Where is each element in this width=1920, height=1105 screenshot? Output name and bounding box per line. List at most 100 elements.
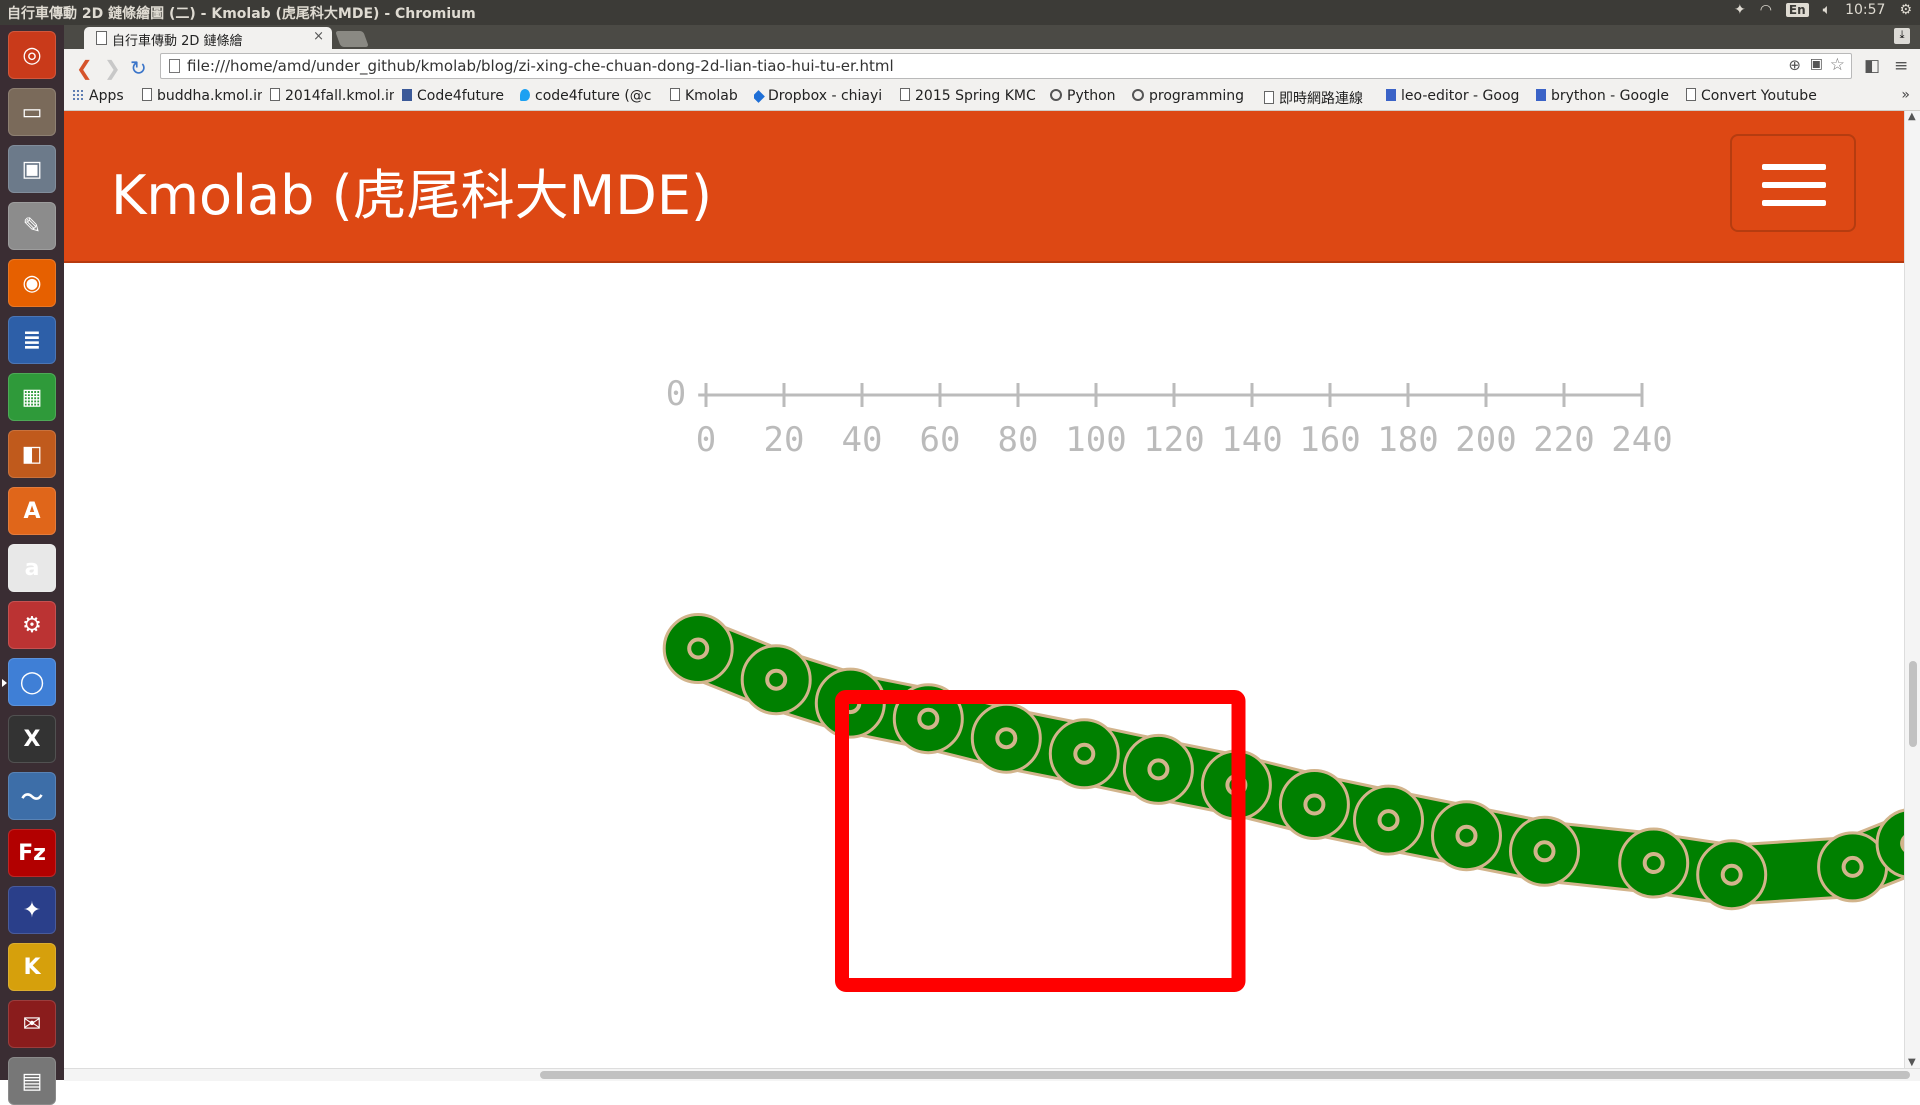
new-tab-button[interactable] bbox=[335, 31, 369, 47]
xterm-icon[interactable]: X bbox=[8, 715, 56, 763]
bookmark-item[interactable]: code4future (@c bbox=[520, 88, 652, 104]
page-icon bbox=[900, 88, 910, 101]
bookmarks-overflow-icon[interactable]: » bbox=[1901, 87, 1910, 103]
bookmark-item[interactable]: 即時網路連線 bbox=[1264, 88, 1363, 108]
trash-icon[interactable]: ▤ bbox=[8, 1057, 56, 1105]
bookmark-item[interactable]: 2015 Spring KMC bbox=[900, 88, 1036, 104]
bookmark-label: 2014fall.kmol.inf bbox=[285, 88, 394, 104]
hamburger-bar bbox=[1762, 182, 1826, 188]
extension-icon[interactable]: ◧ bbox=[1864, 56, 1880, 76]
bookmark-label: buddha.kmol.inf bbox=[157, 88, 262, 104]
bookmarks-bar: Apps buddha.kmol.inf 2014fall.kmol.inf Code… bbox=[64, 83, 1920, 111]
fb-icon bbox=[402, 89, 412, 101]
bookmark-item[interactable]: buddha.kmol.inf bbox=[142, 88, 262, 104]
bookmark-item[interactable]: leo-editor - Goog bbox=[1386, 88, 1519, 104]
y-tick-label: 0 bbox=[666, 374, 686, 414]
x-tick-label: 100 bbox=[1065, 420, 1126, 460]
py-icon bbox=[1132, 89, 1144, 101]
menu-icon[interactable]: ≡ bbox=[1894, 56, 1908, 76]
bookmark-item[interactable]: Python bbox=[1050, 88, 1116, 104]
bookmark-item[interactable]: 2014fall.kmol.inf bbox=[270, 88, 394, 104]
scroll-down-icon[interactable]: ▼ bbox=[1908, 1057, 1916, 1068]
window-title: 自行車傳動 2D 鏈條繪圖 (二) - Kmolab (虎尾科大MDE) - C… bbox=[7, 6, 476, 22]
text-editor-icon[interactable]: ✎ bbox=[8, 202, 56, 250]
clock[interactable]: 10:57 bbox=[1845, 2, 1885, 18]
bookmark-item[interactable]: brython - Google bbox=[1536, 88, 1669, 104]
bookmark-item[interactable]: Convert Youtube bbox=[1686, 88, 1817, 104]
files-icon[interactable]: ▭ bbox=[8, 88, 56, 136]
scroll-up-icon[interactable]: ▲ bbox=[1908, 111, 1916, 122]
settings-gear-icon[interactable]: ⚙ bbox=[1899, 2, 1912, 18]
volume-icon[interactable]: 🔈︎ bbox=[1823, 2, 1831, 18]
url-text[interactable]: file:///home/amd/under_github/kmolab/blo… bbox=[187, 57, 894, 75]
minimize-icon[interactable]: ⤓ bbox=[1894, 28, 1910, 44]
back-icon[interactable]: ❮ bbox=[76, 56, 93, 80]
chain-roller bbox=[1278, 769, 1350, 840]
x-tick-label: 240 bbox=[1611, 420, 1672, 460]
bookmark-star-icon[interactable]: ☆ bbox=[1830, 55, 1845, 75]
x-tick-label: 80 bbox=[998, 420, 1039, 460]
tab-close-icon[interactable]: × bbox=[313, 29, 324, 44]
page-icon bbox=[169, 59, 180, 73]
chain-roller bbox=[1122, 733, 1194, 805]
bookmark-item[interactable]: Apps bbox=[72, 88, 124, 104]
amazon-icon[interactable]: a bbox=[8, 544, 56, 592]
reload-icon[interactable]: ↻ bbox=[130, 56, 147, 80]
system-monitor-icon[interactable]: 〜 bbox=[8, 772, 56, 820]
chain-roller bbox=[1696, 839, 1768, 911]
chain-roller bbox=[740, 644, 812, 716]
vertical-scroll-thumb[interactable] bbox=[1909, 661, 1917, 747]
libreoffice-calc-icon[interactable]: ▦ bbox=[8, 373, 56, 421]
kdiff3-icon[interactable]: K bbox=[8, 943, 56, 991]
launcher: ◎ ▭ ▣ ✎ ◉ ≣ ▦ ◧ Aa ⚙ ◯ X 〜 Fz ✦ K ✉ ▤ bbox=[0, 25, 64, 1105]
horizontal-scrollbar[interactable] bbox=[64, 1068, 1920, 1081]
bookmark-item[interactable]: programming bbox=[1132, 88, 1244, 104]
chromium-icon[interactable]: ◯ bbox=[2, 658, 56, 706]
browser-tab[interactable]: 自行車傳動 2D 鏈條繪 × bbox=[84, 27, 332, 49]
page-icon bbox=[1686, 88, 1696, 101]
tab-title: 自行車傳動 2D 鏈條繪 bbox=[112, 34, 243, 49]
wifi-icon[interactable]: ◠ bbox=[1760, 2, 1772, 18]
menu-toggle-button[interactable] bbox=[1730, 134, 1856, 232]
bookmark-item[interactable]: Code4future bbox=[402, 88, 504, 104]
bl-icon bbox=[1386, 89, 1396, 101]
dropbox-icon[interactable]: ✦ bbox=[1734, 2, 1746, 18]
system-settings-icon[interactable]: ⚙ bbox=[8, 601, 56, 649]
bookmark-label: brython - Google bbox=[1551, 88, 1670, 104]
chain-roller bbox=[1509, 815, 1580, 887]
site-brand[interactable]: Kmolab (虎尾科大MDE) bbox=[111, 151, 712, 230]
vertical-scrollbar[interactable]: ▲ ▼ bbox=[1904, 111, 1920, 1068]
bookmark-label: Kmolab bbox=[685, 88, 738, 104]
tw-icon bbox=[520, 89, 530, 101]
libreoffice-writer-icon[interactable]: ≣ bbox=[8, 316, 56, 364]
chain-roller bbox=[1431, 800, 1502, 872]
libreoffice-impress-icon[interactable]: ◧ bbox=[8, 430, 56, 478]
chain-roller bbox=[970, 702, 1042, 774]
bookmark-label: 2015 Spring KMC bbox=[915, 88, 1036, 104]
software-center-icon[interactable]: A bbox=[8, 487, 56, 535]
bookmark-item[interactable]: Dropbox - chiayi bbox=[754, 88, 882, 104]
page-icon bbox=[1264, 91, 1274, 104]
network-icon[interactable]: ✦ bbox=[8, 886, 56, 934]
keyboard-layout-indicator[interactable]: En bbox=[1785, 3, 1809, 17]
chain-canvas: 00 20 40 60 80 100 120 140 160 180 200 220 240 bbox=[662, 374, 1904, 992]
remote-desktop-icon[interactable]: ▣ bbox=[8, 145, 56, 193]
system-tray: ✦ ◠ En 🔈︎ 10:57 ⚙ bbox=[1734, 2, 1912, 18]
bookmark-item[interactable]: Kmolab bbox=[670, 88, 738, 104]
grid-icon bbox=[72, 89, 84, 101]
address-bar[interactable]: file:///home/amd/under_github/kmolab/blo… bbox=[160, 53, 1852, 79]
zoom-icon[interactable]: ⊕ bbox=[1788, 56, 1801, 74]
db-icon bbox=[754, 90, 765, 103]
filezilla-icon[interactable]: Fz bbox=[8, 829, 56, 877]
horizontal-scroll-thumb[interactable] bbox=[540, 1071, 1910, 1079]
mail-icon[interactable]: ✉ bbox=[8, 1000, 56, 1048]
x-tick-label: 180 bbox=[1377, 420, 1438, 460]
bookmark-label: Python bbox=[1067, 88, 1116, 104]
ubuntu-dash-icon[interactable]: ◎ bbox=[8, 31, 56, 79]
page-viewport: Kmolab (虎尾科大MDE) 0 0 20 40 60 80 100 120 140 160 1… bbox=[64, 111, 1904, 1068]
translate-icon[interactable]: ▣ bbox=[1810, 56, 1823, 72]
firefox-icon[interactable]: ◉ bbox=[8, 259, 56, 307]
forward-icon[interactable]: ❯ bbox=[104, 56, 121, 80]
x-tick-label: 60 bbox=[920, 420, 961, 460]
x-tick-label: 120 bbox=[1143, 420, 1204, 460]
